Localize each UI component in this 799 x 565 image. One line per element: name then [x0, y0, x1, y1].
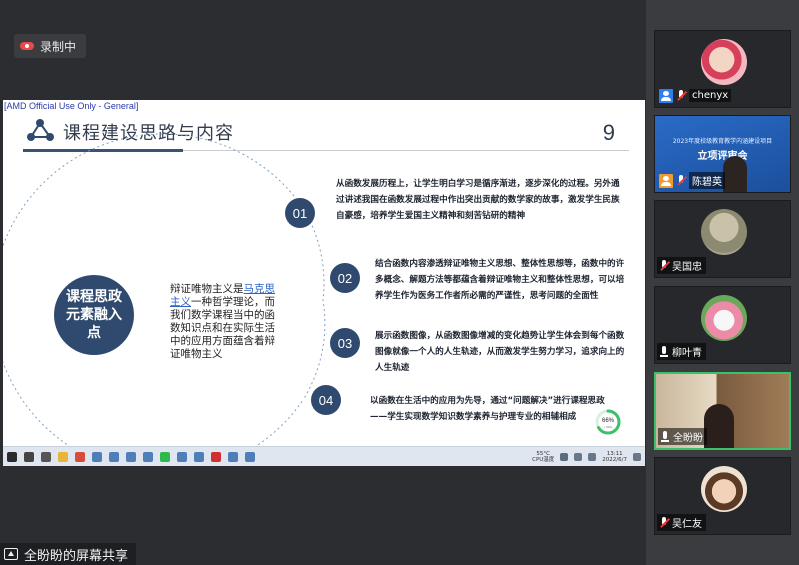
network-tray-icon[interactable] — [574, 453, 583, 461]
mic-muted-icon — [676, 89, 686, 102]
clock-date: 2022/6/7 — [602, 457, 627, 463]
mic-icon — [659, 345, 669, 358]
participant-name: chenyx — [689, 89, 732, 102]
participant-name-tag: 全盼盼 — [658, 428, 707, 445]
banner-subtitle: 2023年度校级教育教学内涵建设项目 — [672, 138, 773, 145]
participant-name: 吴仁友 — [672, 519, 702, 530]
volume-tray-icon[interactable] — [588, 453, 597, 461]
participant-name-tag: 吴仁友 — [657, 514, 706, 531]
cpu-temp: 55°C CPU温度 — [532, 451, 554, 463]
banner-title: 立项评审会 — [697, 151, 748, 162]
file-explorer-icon[interactable] — [58, 451, 68, 462]
participant-tile-chen-biying[interactable]: 2023年度校级教育教学内涵建设项目 立项评审会 陈碧英 — [654, 115, 791, 193]
participant-name: 陈碧英 — [689, 172, 725, 189]
participant-tile-wu-guozhong[interactable]: 吴国忠 — [654, 200, 791, 278]
wechat-icon[interactable] — [160, 451, 170, 462]
avatar — [701, 466, 747, 512]
core-concept-circle: 课程思政元素融入点 — [54, 275, 134, 355]
participant-name: 柳叶青 — [672, 348, 702, 359]
participant-tile-chenyx[interactable]: chenyx — [654, 30, 791, 108]
app-icon[interactable] — [143, 451, 153, 462]
participant-name-tag: 柳叶青 — [657, 343, 706, 360]
notification-icon[interactable] — [633, 453, 641, 461]
point-text-3: 展示函数图像，从函数图像增减的变化趋势让学生体会到每个函数图像就像一个人的人生轨… — [375, 331, 625, 373]
point-number-1: 01 — [285, 198, 315, 228]
cloud-record-icon — [20, 41, 34, 51]
point-text-2: 结合函数内容渗透辩证唯物主义思想、整体性思想等，函数中的许多概念、解题方法等都蕴… — [375, 259, 625, 301]
app-icon[interactable] — [228, 451, 238, 462]
point-number-4: 04 — [311, 385, 341, 415]
avatar — [701, 209, 747, 255]
intro-paragraph: 辩证唯物主义是马克思主义一种哲学理论，而我们数学课程当中的函数知识点和在实际生活… — [170, 283, 282, 361]
progress-label: 66% — [602, 418, 615, 424]
point-number-2: 02 — [330, 263, 360, 293]
host-user-icon — [659, 173, 673, 188]
avatar — [701, 295, 747, 341]
network-speed-widget[interactable]: 66% ↑ 0K/s — [595, 409, 621, 435]
app-icon[interactable] — [245, 451, 255, 462]
meeting-window: 录制中 [AMD Official Use Only - General] 课程… — [0, 0, 799, 565]
participants-panel: chenyx 2023年度校级教育教学内涵建设项目 立项评审会 陈碧英 吴国忠 — [646, 0, 799, 565]
app-icon[interactable] — [177, 451, 187, 462]
participant-tile-wu-renyou[interactable]: 吴仁友 — [654, 457, 791, 535]
task-view-icon[interactable] — [41, 451, 51, 462]
clock[interactable]: 13:11 2022/6/7 — [602, 451, 627, 463]
screen-share-icon — [4, 548, 18, 560]
screen-share-label: 全盼盼的屏幕共享 — [0, 543, 137, 565]
mic-muted-icon — [659, 259, 669, 272]
intro-prefix: 辩证唯物主义是 — [170, 283, 244, 295]
point-text-4: 以函数在生活中的应用为先导，通过“问题解决”进行课程思政——学生实现数学知识数学… — [370, 396, 605, 422]
participant-tile-quan-panpan[interactable]: 全盼盼 — [654, 372, 791, 450]
screen-share-text: 全盼盼的屏幕共享 — [24, 548, 129, 564]
app-icon[interactable] — [109, 451, 119, 462]
mic-muted-icon — [676, 174, 686, 187]
recording-label: 录制中 — [40, 39, 77, 54]
avatar — [701, 39, 747, 85]
mic-muted-icon — [659, 516, 669, 529]
participant-tile-liu-yeqing[interactable]: 柳叶青 — [654, 286, 791, 364]
system-tray: 55°C CPU温度 13:11 2022/6/7 — [532, 447, 641, 467]
cpu-temp-label: CPU温度 — [532, 457, 555, 463]
point-text-1: 从函数发展历程上，让学生明白学习是循序渐进，逐步深化的过程。另外通过讲述我国在函… — [336, 179, 620, 221]
windows-taskbar: 55°C CPU温度 13:11 2022/6/7 — [3, 446, 645, 466]
host-user-icon — [659, 88, 673, 103]
app-icon[interactable] — [126, 451, 136, 462]
app-icon[interactable] — [92, 451, 102, 462]
mic-icon — [660, 430, 670, 443]
participant-name-tag: 陈碧英 — [657, 172, 729, 189]
wps-icon[interactable] — [211, 451, 221, 462]
app-icon[interactable] — [194, 451, 204, 462]
start-icon[interactable] — [7, 451, 17, 462]
recording-indicator[interactable]: 录制中 — [14, 34, 87, 58]
shared-screen: [AMD Official Use Only - General] 课程建设思路… — [3, 100, 645, 466]
progress-sub: ↑ 0K/s — [604, 425, 613, 429]
point-number-3: 03 — [330, 328, 360, 358]
tray-chevron-icon[interactable] — [560, 453, 569, 461]
speaker-figure — [704, 404, 734, 448]
search-icon[interactable] — [24, 451, 34, 462]
participant-name: 吴国忠 — [672, 262, 702, 273]
participant-name-tag: 吴国忠 — [657, 257, 706, 274]
chrome-icon[interactable] — [75, 451, 85, 462]
participant-name: 全盼盼 — [673, 433, 703, 444]
participant-name-tag: chenyx — [657, 87, 735, 104]
